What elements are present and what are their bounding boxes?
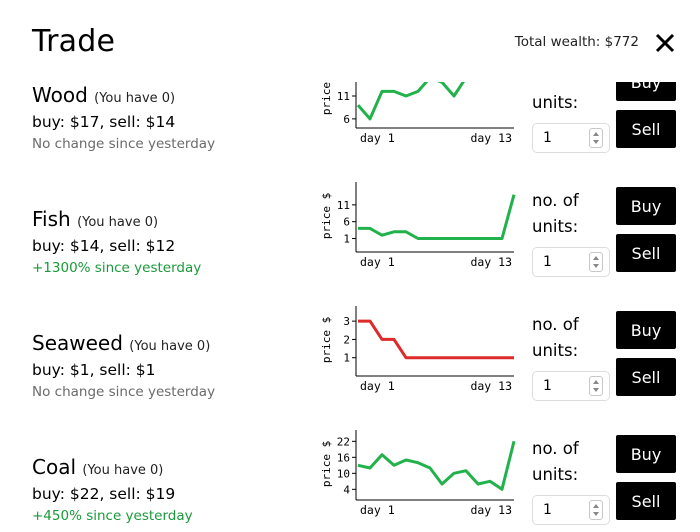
x-tick-label: day 13: [470, 131, 512, 145]
y-tick-label: 1: [343, 352, 350, 365]
units-label: no. of units:: [532, 439, 579, 484]
quantity-stepper[interactable]: [589, 500, 603, 520]
trade-list[interactable]: Wood (You have 0) buy: $17, sell: $14 No c…: [0, 58, 700, 532]
y-tick-label: 3: [343, 315, 350, 328]
x-tick-label: day 1: [360, 379, 395, 393]
commodity-name: Fish: [32, 207, 71, 231]
dialog-header: Trade Total wealth: $772: [0, 0, 700, 82]
owned-count: (You have 0): [94, 91, 176, 106]
quantity-input[interactable]: 1: [532, 123, 610, 153]
commodity-name-line: Fish (You have 0): [32, 207, 158, 231]
y-tick-label: 2: [343, 333, 350, 346]
price-change-text: No change since yesterday: [32, 136, 216, 152]
commodity-row: Fish (You have 0) buy: $14, sell: $12 +130…: [0, 158, 700, 282]
y-tick-label: 11: [337, 90, 350, 103]
sell-button[interactable]: Sell: [616, 358, 676, 396]
stepper-up-icon[interactable]: [593, 132, 599, 136]
quantity-value[interactable]: 1: [543, 378, 552, 394]
commodity-name: Seaweed: [32, 331, 123, 355]
sell-button[interactable]: Sell: [616, 482, 676, 520]
price-text: buy: $14, sell: $12: [32, 237, 176, 255]
quantity-value[interactable]: 1: [543, 254, 552, 270]
quantity-input[interactable]: 1: [532, 495, 610, 525]
x-tick-label: day 1: [360, 255, 395, 269]
commodity-name-line: Coal (You have 0): [32, 455, 163, 479]
price-change-text: +450% since yesterday: [32, 508, 193, 524]
y-tick-label: 4: [343, 483, 350, 496]
y-tick-label: 6: [343, 113, 350, 126]
price-line-series: [357, 440, 516, 491]
quantity-input[interactable]: 1: [532, 247, 610, 277]
units-label: no. of units:: [532, 315, 579, 360]
owned-count: (You have 0): [77, 215, 159, 230]
commodity-name-line: Seaweed (You have 0): [32, 331, 210, 355]
y-tick-label: 16: [337, 451, 350, 464]
x-tick-label: day 1: [360, 503, 395, 517]
price-history-chart: 1 2 3 day 1 day 13 price $: [320, 306, 514, 393]
stepper-down-icon[interactable]: [593, 388, 599, 392]
price-change-text: No change since yesterday: [32, 384, 216, 400]
quantity-stepper[interactable]: [589, 128, 603, 148]
price-text: buy: $22, sell: $19: [32, 485, 176, 503]
price-text: buy: $1, sell: $1: [32, 361, 156, 379]
y-tick-label: 6: [343, 216, 350, 229]
stepper-up-icon[interactable]: [593, 256, 599, 260]
units-label: no. of units:: [532, 191, 579, 236]
stepper-up-icon[interactable]: [593, 380, 599, 384]
total-wealth: Total wealth: $772: [514, 34, 639, 50]
commodity-row: Seaweed (You have 0) buy: $1, sell: $1 No …: [0, 282, 700, 406]
price-change-text: +1300% since yesterday: [32, 260, 202, 276]
x-tick-label: day 1: [360, 131, 395, 145]
quantity-stepper[interactable]: [589, 376, 603, 396]
close-icon[interactable]: [654, 32, 676, 54]
y-tick-label: 1: [343, 233, 350, 246]
commodity-name-line: Wood (You have 0): [32, 83, 175, 107]
owned-count: (You have 0): [82, 463, 164, 478]
commodity-row: Coal (You have 0) buy: $22, sell: $19 +450…: [0, 406, 700, 530]
owned-count: (You have 0): [129, 339, 211, 354]
buy-button[interactable]: Buy: [616, 187, 676, 225]
quantity-value[interactable]: 1: [543, 502, 552, 518]
x-tick-label: day 13: [470, 255, 512, 269]
buy-button[interactable]: Buy: [616, 311, 676, 349]
stepper-down-icon[interactable]: [593, 140, 599, 144]
y-axis-label: price $: [320, 193, 333, 239]
price-text: buy: $17, sell: $14: [32, 113, 176, 131]
commodity-name: Coal: [32, 455, 77, 479]
price-history-chart: 4 10 16 22 day 1 day 13 price $: [320, 430, 516, 517]
y-axis-label: price $: [320, 441, 333, 487]
stepper-down-icon[interactable]: [593, 512, 599, 516]
commodity-name: Wood: [32, 83, 88, 107]
quantity-value[interactable]: 1: [543, 130, 552, 146]
sell-button[interactable]: Sell: [616, 110, 676, 148]
y-axis-label: price $: [320, 317, 333, 363]
stepper-down-icon[interactable]: [593, 264, 599, 268]
y-tick-label: 22: [337, 435, 350, 448]
y-tick-label: 10: [337, 467, 350, 480]
price-line-series: [358, 319, 514, 360]
page-title: Trade: [32, 24, 116, 59]
x-tick-label: day 13: [470, 379, 512, 393]
x-tick-label: day 13: [470, 503, 512, 517]
stepper-up-icon[interactable]: [593, 504, 599, 508]
sell-button[interactable]: Sell: [616, 234, 676, 272]
price-line-series: [358, 194, 516, 240]
buy-button[interactable]: Buy: [616, 435, 676, 473]
price-history-chart: 1 6 11 day 1 day 13 price $: [320, 182, 516, 269]
quantity-input[interactable]: 1: [532, 371, 610, 401]
y-tick-label: 11: [337, 199, 350, 212]
quantity-stepper[interactable]: [589, 252, 603, 272]
